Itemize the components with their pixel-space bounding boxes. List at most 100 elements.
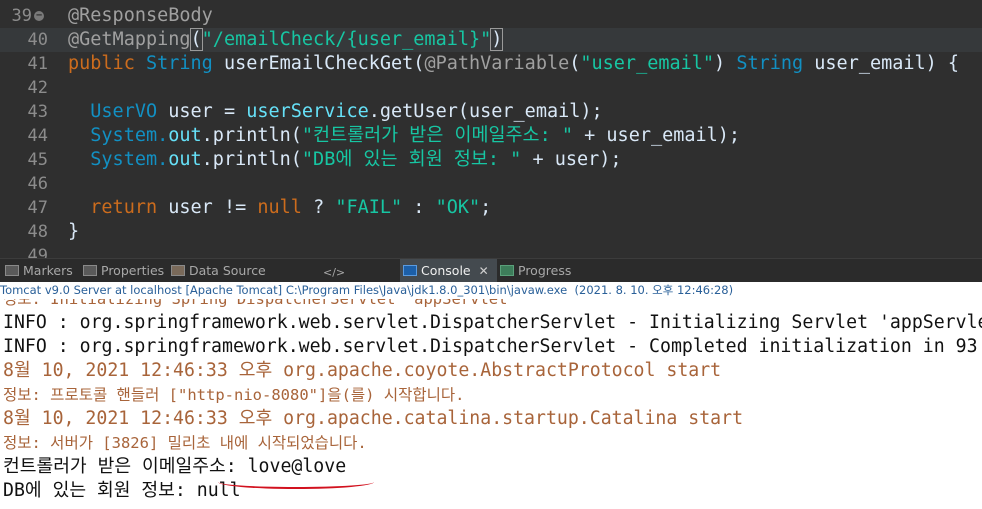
code-text: }	[68, 220, 79, 244]
view-tab-markers[interactable]: Markers	[2, 259, 81, 283]
line-number: 40	[27, 30, 48, 50]
line-number: 46	[27, 174, 48, 194]
code-token: @GetMapping	[68, 29, 191, 50]
code-line[interactable]: 39− @ResponseBody	[0, 4, 982, 28]
code-token: @PathVariable	[424, 53, 570, 74]
code-text: return user != null ? "FAIL" : "OK";	[68, 196, 491, 220]
code-token: out	[168, 125, 202, 146]
code-token: "DB에 있는 회원 정보: "	[301, 149, 522, 170]
code-line[interactable]: 49	[0, 244, 982, 258]
console-line: DB에 있는 회원 정보: null	[3, 480, 241, 501]
line-number: 41	[27, 54, 48, 74]
code-token: (	[413, 53, 425, 74]
code-token: userEmailCheckGet	[223, 53, 414, 74]
code-token: String	[145, 53, 224, 74]
console-output[interactable]: 정보: Initializing Spring DispatcherServle…	[0, 299, 982, 509]
line-number: 45	[27, 150, 48, 170]
code-token: @ResponseBody	[68, 5, 213, 26]
code-token: user_email) {	[814, 53, 960, 74]
code-token: :	[402, 197, 436, 218]
code-token: return	[68, 197, 169, 218]
code-line[interactable]: 41 public String userEmailCheckGet(@PathV…	[0, 52, 982, 76]
view-tab-bar: Markers PropertiesData Source Explorer</>…	[0, 258, 982, 302]
code-token: System.	[68, 125, 169, 146]
code-text: public String userEmailCheckGet(@PathVar…	[68, 52, 959, 76]
code-token: out	[168, 149, 202, 170]
code-token: null	[257, 197, 314, 218]
code-line[interactable]: 42	[0, 76, 982, 100]
view-tab-console[interactable]: Console ✕	[400, 259, 497, 283]
line-number: 44	[27, 126, 48, 146]
code-text: @GetMapping("/emailCheck/{user_email}")	[68, 28, 504, 52]
code-token: "OK"	[435, 197, 481, 218]
code-token: )	[714, 53, 737, 74]
console-icon	[403, 265, 417, 276]
view-tab-snippets[interactable]: </>Snippets	[320, 259, 401, 302]
code-token: user =	[168, 101, 247, 122]
code-line[interactable]: 43 UserVO user = userService.getUser(use…	[0, 100, 982, 124]
text-caret	[502, 29, 504, 49]
code-token: + user_email);	[573, 125, 741, 146]
code-token: "FAIL"	[335, 197, 403, 218]
view-tab-label: Markers	[23, 263, 73, 278]
view-tab-label: Properties	[101, 263, 165, 278]
snippets-icon: </>	[323, 266, 346, 279]
code-token: (	[189, 28, 203, 51]
code-token: ?	[313, 197, 336, 218]
red-underline-annotation	[218, 475, 374, 489]
code-text: System.out.println("DB에 있는 회원 정보: " + us…	[68, 148, 622, 172]
line-number: 39	[11, 6, 32, 26]
line-number: 48	[27, 222, 48, 242]
view-tab-label: Console	[421, 263, 471, 278]
code-token: String	[736, 53, 815, 74]
code-token: user !=	[168, 197, 258, 218]
console-line: 8월 10, 2021 12:46:33 오후 org.apache.coyot…	[3, 360, 722, 381]
view-tab-data-source-explorer[interactable]: Data Source Explorer	[168, 259, 321, 302]
console-line: 정보: Initializing Spring DispatcherServle…	[3, 299, 517, 308]
code-line[interactable]: 48}	[0, 220, 982, 244]
line-number: 43	[27, 102, 48, 122]
code-token: .println(	[201, 149, 302, 170]
close-icon[interactable]: ✕	[479, 264, 489, 278]
code-token: UserVO	[68, 101, 169, 122]
fold-toggle-icon[interactable]: −	[34, 11, 44, 21]
code-token: .getUser(user_email);	[368, 101, 603, 122]
line-number: 49	[27, 246, 48, 258]
console-line: 컨트롤러가 받은 이메일주소: love@love	[3, 456, 347, 477]
code-token: }	[68, 221, 80, 242]
code-line[interactable]: 47 return user != null ? "FAIL" : "OK";	[0, 196, 982, 220]
code-line[interactable]: 40 @GetMapping("/emailCheck/{user_email}"…	[0, 28, 982, 52]
markers-icon	[5, 265, 19, 276]
code-text: UserVO user = userService.getUser(user_e…	[68, 100, 603, 124]
code-line[interactable]: 46	[0, 172, 982, 196]
console-line: 8월 10, 2021 12:46:33 오후 org.apache.catal…	[3, 408, 744, 429]
code-token: ;	[480, 197, 492, 218]
view-tab-properties[interactable]: Properties	[80, 259, 169, 283]
code-token: System.	[68, 149, 169, 170]
code-token: (	[569, 53, 581, 74]
code-token: "컨트롤러가 받은 이메일주소: "	[301, 125, 573, 146]
code-line[interactable]: 44 System.out.println("컨트롤러가 받은 이메일주소: "…	[0, 124, 982, 148]
code-token: + user);	[521, 149, 622, 170]
console-line: 정보: 서버가 [3826] 밀리초 내에 시작되었습니다.	[3, 434, 367, 452]
code-text: @ResponseBody	[68, 4, 213, 28]
code-token: )	[490, 28, 504, 51]
code-token: userService	[246, 101, 369, 122]
code-token: "user_email"	[580, 53, 715, 74]
code-text: System.out.println("컨트롤러가 받은 이메일주소: " + …	[68, 124, 740, 148]
data-source-icon	[171, 265, 185, 276]
line-number: 47	[27, 198, 48, 218]
code-editor[interactable]: 39− @ResponseBody 40 @GetMapping("/emailChe…	[0, 0, 982, 258]
code-token: "/emailCheck/{user_email}"	[201, 29, 492, 50]
console-launch-description: Tomcat v9.0 Server at localhost [Apache …	[0, 282, 982, 300]
view-tab-label: Progress	[518, 263, 572, 278]
line-number: 42	[27, 78, 48, 98]
code-line[interactable]: 45 System.out.println("DB에 있는 회원 정보: " +…	[0, 148, 982, 172]
view-tab-progress[interactable]: Progress	[497, 259, 580, 283]
console-line: INFO : org.springframework.web.servlet.D…	[3, 312, 982, 333]
progress-icon	[500, 265, 514, 276]
console-line: INFO : org.springframework.web.servlet.D…	[3, 336, 982, 357]
console-line: 정보: 프로토콜 핸들러 ["http-nio-8080"]을(를) 시작합니다…	[3, 386, 465, 404]
code-token: public	[68, 53, 146, 74]
code-token: .println(	[201, 125, 302, 146]
